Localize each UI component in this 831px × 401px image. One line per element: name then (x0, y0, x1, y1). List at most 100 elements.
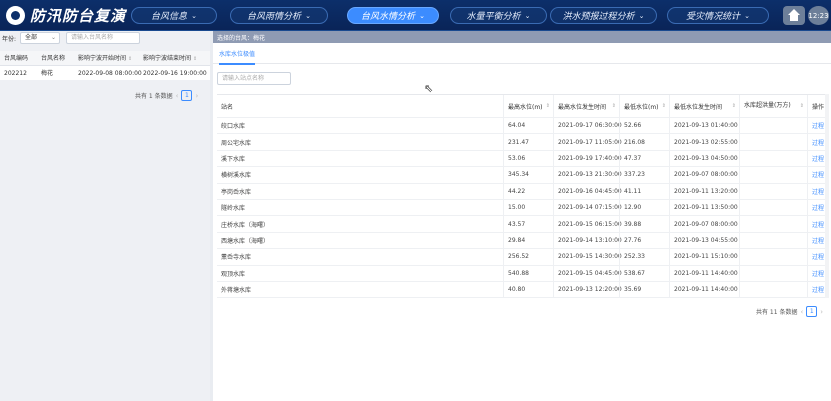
reservoir-cell: 2021-09-13 02:55:00 (669, 134, 739, 150)
reservoir-table-header: 站名 最高水位(m) ⇕ 最高水位发生时间 ⇕ 最低水位(m) ⇕ 最低水位发生时间 ⇕ 水库超洪… (217, 95, 829, 118)
reservoir-cell: 隧岭水库 (221, 205, 246, 213)
reservoir-cell (739, 167, 807, 183)
next-page-button[interactable]: › (195, 92, 198, 100)
reservoir-cell: 53.06 (503, 150, 553, 167)
header-label: 影响宁波结束时间 (143, 55, 192, 62)
page-number-button[interactable]: 1 (806, 306, 818, 317)
reservoir-cell: 2021-09-15 04:45:00 (553, 265, 622, 281)
sort-icon[interactable]: ⇕ (732, 103, 736, 109)
reservoir-cell: 2021-09-07 08:00:00 (669, 216, 739, 232)
reservoir-cell: 亭岗岙水库 (221, 188, 252, 196)
nav-item-4[interactable]: 水量平衡分析 ⌄ (450, 7, 547, 24)
typhoon-cell: 2022-09-16 19:00:00 (143, 70, 207, 77)
reservoir-cell (739, 183, 807, 199)
reservoir-cell: 皎口水库 (221, 123, 246, 131)
typhoon-header-cell[interactable]: 台风编码 (4, 51, 28, 66)
reservoir-cell (739, 232, 807, 249)
app-title: 防汛防台复演 (30, 7, 127, 25)
reservoir-header-cell[interactable]: 最高水位发生时间 ⇕ (553, 95, 619, 117)
header-label: 台风编码 (4, 55, 29, 62)
reservoir-total: 共有 11 条数据 (756, 309, 798, 316)
typhoon-header-cell[interactable]: 影响宁波结束时间 ⇕ (143, 51, 197, 67)
header-label: 影响宁波开始时间 (78, 55, 127, 62)
reservoir-cell: 231.47 (503, 134, 553, 150)
nav-item-5[interactable]: 洪水预报过程分析 ⌄ (550, 7, 657, 24)
typhoon-header-cell[interactable]: 影响宁波开始时间 ⇕ (78, 51, 132, 67)
nav-item-label: 水量平衡分析 (466, 12, 521, 22)
clock-badge: 12:23 (808, 6, 829, 25)
reservoir-cell (739, 216, 807, 232)
reservoir-row: 溪下水库 53.06 2021-09-19 17:40:00 47.37 2021-09… (217, 150, 829, 168)
home-icon[interactable] (783, 6, 805, 25)
header-label: 最高水位(m) (508, 103, 543, 111)
reservoir-table: 站名 最高水位(m) ⇕ 最高水位发生时间 ⇕ 最低水位(m) ⇕ 最低水位发生时间 ⇕ 水库超洪… (217, 94, 829, 299)
reservoir-cell: 39.88 (619, 216, 669, 232)
nav-item-6[interactable]: 受灾情况统计 ⌄ (667, 7, 769, 24)
reservoir-cell: 52.66 (619, 118, 669, 134)
reservoir-cell: 2021-09-15 06:15:00 (553, 216, 622, 232)
nav-item-label: 台风水情分析 (361, 12, 416, 22)
prev-page-button[interactable]: ‹ (176, 92, 179, 100)
selected-typhoon-bar: 选择的台风：梅花 (213, 31, 831, 43)
typhoon-row[interactable]: 202212 梅花 2022-09-08 08:00:00 2022-09-16 19… (0, 66, 210, 81)
reservoir-cell: 337.23 (619, 167, 669, 183)
table-scrollbar[interactable] (825, 94, 829, 298)
reservoir-cell: 横树溪水库 (221, 172, 252, 180)
prev-page-button[interactable]: ‹ (800, 308, 803, 316)
typhoon-header-cell[interactable]: 台风名称 (41, 51, 65, 66)
nav-item-label: 洪水预报过程分析 (562, 12, 635, 22)
reservoir-cell: 44.22 (503, 183, 553, 199)
typhoon-list-panel: 年份: 全部 ⌄ 请输入台风名称 台风编码 台风名称 影响宁波开始时间 ⇕ 影响宁波结束… (0, 31, 210, 401)
header-label: 最低水位发生时间 (674, 103, 723, 111)
reservoir-cell: 2021-09-19 17:40:00 (553, 150, 622, 167)
nav-item-label: 台风雨情分析 (247, 12, 302, 22)
reservoir-tabs: 水库水位极值 (213, 43, 831, 65)
reservoir-cell (739, 199, 807, 216)
reservoir-panel: 选择的台风：梅花 水库水位极值 请输入站点名称 ⇖ 站名 最高水位(m) ⇕ 最高水位… (213, 31, 831, 401)
sort-icon[interactable]: ⇕ (546, 103, 550, 109)
reservoir-cell: 薰岙寺水库 (221, 254, 252, 262)
reservoir-cell: 2021-09-13 04:55:00 (669, 232, 739, 249)
typhoon-table-header: 台风编码 台风名称 影响宁波开始时间 ⇕ 影响宁波结束时间 ⇕ (0, 51, 210, 66)
reservoir-header-cell[interactable]: 最低水位发生时间 ⇕ (669, 95, 739, 117)
reservoir-cell: 540.88 (503, 265, 553, 281)
tab-reservoir-extremes[interactable]: 水库水位极值 (219, 49, 256, 65)
header-label: 最高水位发生时间 (558, 103, 607, 111)
reservoir-row: 外蒋塘水库 40.80 2021-09-13 12:20:00 35.69 2021-0… (217, 281, 829, 299)
sort-icon[interactable]: ⇕ (612, 103, 616, 109)
next-page-button[interactable]: › (820, 308, 823, 316)
station-search-input[interactable]: 请输入站点名称 (217, 72, 291, 85)
sort-icon[interactable]: ⇕ (193, 56, 197, 62)
reservoir-cell: 15.00 (503, 199, 553, 216)
reservoir-row: 亭岗岙水库 44.22 2021-09-16 04:45:00 41.11 2021-0… (217, 183, 829, 200)
nav-item-3[interactable]: 台风水情分析 ⌄ (347, 7, 439, 24)
sort-icon[interactable]: ⇕ (662, 103, 666, 109)
reservoir-row: 庄桥水库（海曙） 43.57 2021-09-15 06:15:00 39.88 202… (217, 216, 829, 233)
year-select[interactable]: 全部 ⌄ (20, 32, 60, 44)
reservoir-cell: 43.57 (503, 216, 553, 232)
reservoir-cell: 41.11 (619, 183, 669, 199)
sort-icon[interactable]: ⇕ (800, 103, 804, 109)
reservoir-cell: 2021-09-11 13:20:00 (669, 183, 739, 199)
nav-item-1[interactable]: 台风信息 ⌄ (131, 7, 217, 24)
nav-item-label: 台风信息 (151, 12, 188, 22)
chevron-down-icon: ⌄ (419, 11, 425, 20)
typhoon-cell: 202212 (4, 70, 27, 77)
top-nav-bar: 防汛防台复演 台风信息 ⌄ 台风雨情分析 ⌄ 台风水情分析 ⌄ 水量平衡分析 ⌄ 洪水预报过程分… (0, 0, 831, 31)
sort-icon[interactable]: ⇕ (128, 56, 132, 62)
header-label: 台风名称 (41, 55, 66, 62)
reservoir-cell: 216.08 (619, 134, 669, 150)
reservoir-row: 皎口水库 64.04 2021-09-17 06:30:00 52.66 2021-09… (217, 118, 829, 135)
reservoir-header-cell[interactable]: 水库超洪量(万方) ⇕ (739, 95, 807, 117)
typhoon-total: 共有 1 条数据 (135, 93, 173, 100)
typhoon-cell: 梅花 (41, 70, 54, 77)
reservoir-cell: 2021-09-13 21:30:00 (553, 167, 622, 183)
reservoir-cell: 538.67 (619, 265, 669, 281)
reservoir-header-cell[interactable]: 最低水位(m) ⇕ (619, 95, 669, 117)
year-label: 年份: (2, 36, 17, 43)
typhoon-search-input[interactable]: 请输入台风名称 (66, 32, 140, 44)
nav-item-2[interactable]: 台风雨情分析 ⌄ (230, 7, 328, 24)
page-number-button[interactable]: 1 (181, 90, 193, 101)
reservoir-header-cell[interactable]: 最高水位(m) ⇕ (503, 95, 553, 117)
typhoon-table: 台风编码 台风名称 影响宁波开始时间 ⇕ 影响宁波结束时间 ⇕ 202212 梅花 2022-… (0, 51, 210, 81)
